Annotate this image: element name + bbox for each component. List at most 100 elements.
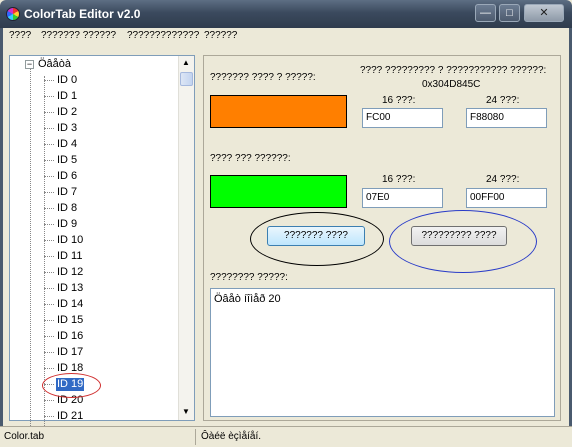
tree-item-connector (44, 240, 54, 241)
minimize-button[interactable]: — (475, 4, 496, 22)
tree-root-connector (30, 66, 31, 426)
tree-item-connector (44, 176, 54, 177)
tree-item-connector (44, 192, 54, 193)
window-title: ColorTab Editor v2.0 (24, 7, 141, 21)
tree-item[interactable]: ID 5 (44, 154, 78, 167)
tree-item-label: ID 5 (57, 154, 78, 166)
tree-item[interactable]: ID 6 (44, 170, 78, 183)
tree-item[interactable]: ID 13 (44, 282, 84, 295)
status-bar: Color.tab Ôàéë èçìåíåí. (0, 426, 572, 447)
tree-item-label: ID 1 (57, 90, 78, 102)
tree-item-connector (44, 336, 54, 337)
reset-color-button[interactable]: ????????? ???? (411, 226, 507, 246)
tree-item[interactable]: ID 17 (44, 346, 84, 359)
tree-item[interactable]: ID 12 (44, 266, 84, 279)
menu-item-4[interactable]: ?????? (204, 30, 237, 41)
collapse-icon[interactable]: − (25, 60, 34, 69)
tree-item[interactable]: ID 9 (44, 218, 78, 231)
status-separator (195, 429, 196, 445)
tree-item-connector (44, 144, 54, 145)
tree-item-connector (44, 112, 54, 113)
tree-item-connector (44, 288, 54, 289)
tree-item-connector (44, 416, 54, 417)
menu-bar: ???? ??????? ?????? ????????????? ?????? (0, 28, 572, 46)
tree-item-label: ID 12 (57, 266, 84, 278)
tree-item[interactable]: ID 21 (44, 410, 84, 423)
color-editor-panel: ??????? ???? ? ?????: ???? ????????? ? ?… (203, 55, 561, 421)
tree-item[interactable]: ID 3 (44, 122, 78, 135)
window-frame-left (0, 46, 3, 447)
color1-swatch[interactable] (210, 95, 347, 128)
tree-item-label: ID 10 (57, 234, 84, 246)
tree-item[interactable]: ID 2 (44, 106, 78, 119)
tree-item-label: ID 21 (57, 410, 84, 422)
color1-24bit-field[interactable]: F88080 (466, 108, 547, 128)
tree-item[interactable]: ID 8 (44, 202, 78, 215)
apply-color-button[interactable]: ??????? ???? (267, 226, 365, 246)
notes-label: ???????? ?????: (210, 272, 288, 283)
tree-item-label: ID 16 (57, 330, 84, 342)
tree-item-connector (44, 128, 54, 129)
tree-item-label: ID 17 (57, 346, 84, 358)
color2-24bit-field[interactable]: 00FF00 (466, 188, 547, 208)
app-color-wheel-icon (6, 7, 20, 21)
tree-item-connector (44, 400, 54, 401)
menu-item-3[interactable]: ????????????? (127, 30, 199, 41)
tree-item-connector (44, 304, 54, 305)
color2-label: ???? ??? ??????: (210, 153, 291, 164)
scroll-thumb[interactable] (180, 72, 193, 86)
tree-item-label: ID 11 (57, 250, 83, 262)
tree-item-connector (44, 96, 54, 97)
tree-item-label: ID 4 (57, 138, 78, 150)
notes-textarea[interactable]: Öâåò íîìåð 20 (210, 288, 555, 417)
tree-item-connector (44, 256, 54, 257)
status-file: Color.tab (4, 431, 45, 442)
menu-item-1[interactable]: ???? (9, 30, 31, 41)
color2-16bit-label: 16 ???: (382, 174, 416, 185)
scroll-down-icon[interactable]: ▼ (182, 407, 190, 416)
header-label: ???? ????????? ? ??????????? ??????: (360, 65, 547, 76)
tree-item-connector (44, 80, 54, 81)
tree-item-connector (44, 368, 54, 369)
color2-24bit-label: 24 ???: (486, 174, 520, 185)
menu-item-2[interactable]: ??????? ?????? (41, 30, 116, 41)
color1-24bit-label: 24 ???: (486, 95, 520, 106)
status-message: Ôàéë èçìåíåí. (201, 431, 262, 442)
tree-root-label[interactable]: Öâåòà (38, 58, 71, 70)
tree-item[interactable]: ID 11 (44, 250, 83, 263)
address-value: 0x304D845C (422, 79, 481, 90)
color2-swatch[interactable] (210, 175, 347, 208)
close-button[interactable]: ✕ (524, 4, 564, 22)
tree-item-label: ID 8 (57, 202, 78, 214)
tree-item-label: ID 14 (57, 298, 84, 310)
tree-item-label: ID 6 (57, 170, 78, 182)
tree-scrollbar[interactable]: ▲ ▼ (178, 56, 194, 420)
maximize-button[interactable]: □ (499, 4, 520, 22)
tree-item-label: ID 15 (57, 314, 84, 326)
highlight-ellipse-red (42, 373, 101, 398)
title-bar: ColorTab Editor v2.0 — □ ✕ (0, 0, 572, 28)
tree-item[interactable]: ID 4 (44, 138, 78, 151)
tree-item-label: ID 7 (57, 186, 78, 198)
color2-16bit-field[interactable]: 07E0 (362, 188, 443, 208)
tree-item-label: ID 13 (57, 282, 84, 294)
tree-item[interactable]: ID 10 (44, 234, 84, 247)
color-tree[interactable]: − Öâåòà ID 0 ID 1 ID 2 ID 3 ID 4 ID 5 ID 6 ID 7… (9, 55, 195, 426)
tree-item-connector (44, 208, 54, 209)
tree-item[interactable]: ID 0 (44, 74, 78, 87)
tree-item-connector (44, 272, 54, 273)
tree-item[interactable]: ID 15 (44, 314, 84, 327)
tree-item-label: ID 3 (57, 122, 78, 134)
tree-item-label: ID 9 (57, 218, 78, 230)
tree-item-connector (44, 160, 54, 161)
tree-item-connector (44, 224, 54, 225)
tree-item-connector (44, 320, 54, 321)
scroll-up-icon[interactable]: ▲ (182, 58, 190, 67)
tree-item[interactable]: ID 14 (44, 298, 84, 311)
tree-item[interactable]: ID 1 (44, 90, 78, 103)
tree-item[interactable]: ID 16 (44, 330, 84, 343)
color1-16bit-field[interactable]: FC00 (362, 108, 443, 128)
tree-item-connector (44, 352, 54, 353)
tree-item[interactable]: ID 7 (44, 186, 78, 199)
color1-16bit-label: 16 ???: (382, 95, 416, 106)
